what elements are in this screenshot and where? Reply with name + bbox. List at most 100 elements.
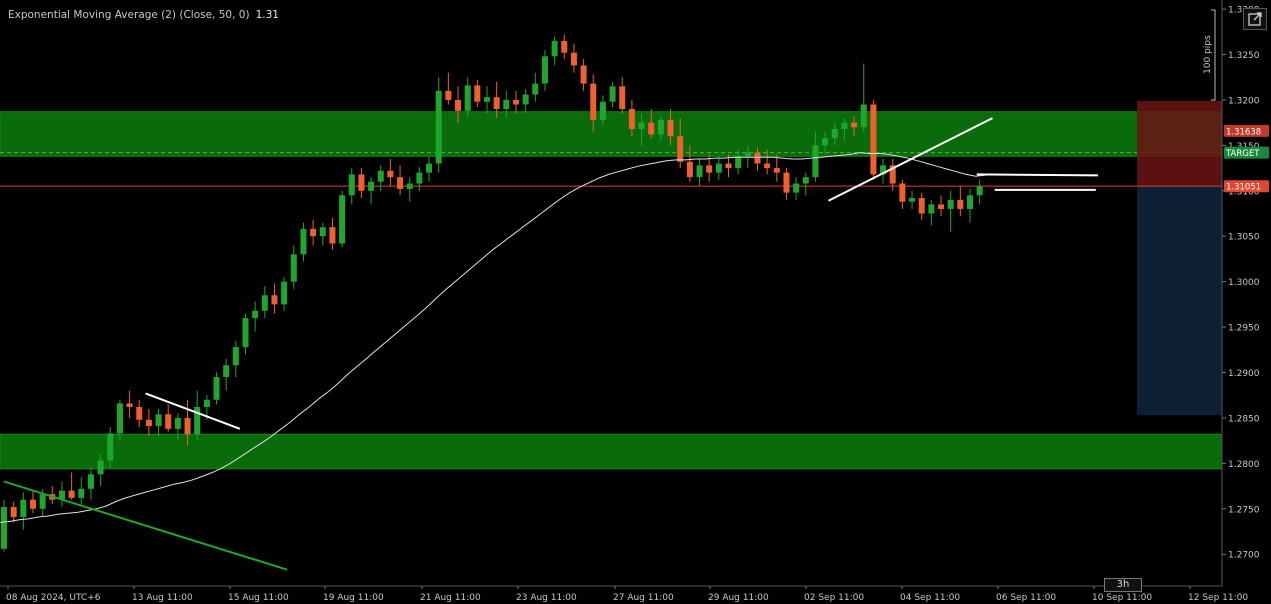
candle-body [377, 170, 384, 182]
candle-body [947, 199, 954, 209]
candle-body [976, 186, 983, 196]
candle-body [68, 490, 75, 498]
candle-body [252, 310, 259, 318]
candle-body [590, 83, 597, 120]
y-tick-label: 1.2750 [1228, 505, 1260, 515]
candle-body [686, 161, 693, 178]
candle-body [677, 136, 684, 162]
candle-body [426, 163, 433, 173]
candle-body [39, 494, 46, 509]
candle-body [319, 227, 326, 237]
candle-body [773, 168, 780, 173]
candle-body [435, 90, 442, 164]
candle-body [300, 228, 307, 255]
candle-body [561, 40, 568, 53]
candle-body [87, 474, 94, 489]
candle-body [648, 122, 655, 135]
candle-body [841, 122, 848, 130]
candle-body [706, 165, 713, 173]
candle-body [551, 40, 558, 57]
candle-body [213, 377, 220, 400]
candle-body [783, 172, 790, 193]
candle-body [290, 254, 297, 282]
candle-body [484, 97, 490, 102]
candle-body [967, 195, 973, 209]
candle-body [938, 204, 945, 209]
x-tick-label: 12 Sep 11:00 [1188, 593, 1248, 603]
x-tick-label: 10 Sep 11:00 [1092, 593, 1152, 603]
y-tick-label: 1.3250 [1228, 51, 1260, 61]
candle-body [174, 417, 181, 429]
y-tick-label: 1.2900 [1228, 369, 1260, 379]
candle-body [628, 109, 635, 130]
price-chart[interactable]: 1.33001.32501.32001.31501.31001.30501.30… [0, 0, 1271, 604]
support-zone [0, 433, 1223, 470]
candle-body [918, 198, 925, 214]
horizontal-line-upper [976, 173, 1099, 177]
candle-body [667, 119, 674, 137]
candle-body [136, 407, 143, 420]
candle-body [203, 399, 210, 408]
x-tick-label: 27 Aug 11:00 [613, 593, 674, 603]
candle-body [860, 104, 867, 128]
candle-body [802, 177, 809, 184]
candle-body [831, 129, 838, 139]
candle-body [329, 227, 336, 244]
take-profit-zone [1137, 186, 1222, 416]
y-tick-label: 1.3200 [1228, 96, 1260, 106]
indicator-value: 1.31 [255, 9, 279, 21]
candle-body [899, 183, 906, 202]
candle-body [522, 94, 529, 105]
y-tick-label: 1.2950 [1228, 324, 1260, 334]
candle-body [464, 85, 471, 111]
candle-body [116, 403, 123, 434]
candle-body [223, 365, 230, 378]
range-ruler-label: 100 pips [1203, 35, 1213, 74]
price-label-stop: 1.31638 [1226, 127, 1261, 137]
candle-body [512, 99, 519, 105]
candle-body [715, 163, 722, 173]
candle-body [822, 138, 829, 146]
candle-body [10, 506, 17, 517]
timeframe-badge[interactable]: 3h [1104, 578, 1142, 592]
candle-body [397, 177, 404, 189]
chart-background [0, 0, 1271, 604]
candle-body [368, 181, 375, 191]
chart-canvas[interactable]: 1.33001.32501.32001.31501.31001.30501.30… [0, 0, 1271, 604]
candle-body [261, 295, 268, 311]
candle-body [107, 433, 114, 461]
candle-body [735, 156, 742, 169]
candle-body [812, 145, 819, 178]
candle-body [184, 417, 191, 435]
export-icon [1248, 12, 1262, 26]
candle-body [580, 65, 587, 84]
price-label-current: 1.31051 [1226, 183, 1261, 193]
candle-body [339, 195, 346, 244]
price-label-target: TARGET [1225, 149, 1260, 159]
x-tick-label: 15 Aug 11:00 [228, 593, 289, 603]
candle-body [957, 199, 964, 209]
candle-body [493, 97, 500, 110]
candle-body [764, 163, 771, 169]
export-button[interactable] [1243, 8, 1267, 30]
candle-body [754, 152, 761, 164]
candle-body [29, 499, 36, 509]
candle-body [609, 86, 616, 102]
candle-body [619, 86, 626, 110]
candle-body [599, 101, 606, 120]
x-tick-label: 23 Aug 11:00 [516, 593, 577, 603]
candle-body [155, 414, 162, 427]
x-tick-label: 02 Sep 11:00 [804, 593, 864, 603]
candle-body [793, 183, 800, 193]
x-tick-label: 08 Aug 2024, UTC+6 [6, 593, 101, 603]
x-tick-label: 13 Aug 11:00 [132, 593, 193, 603]
stop-loss-zone [1137, 100, 1222, 187]
candle-body [1, 506, 7, 549]
y-tick-label: 1.2850 [1228, 414, 1260, 424]
indicator-name: Exponential Moving Average (2) (Close, 5… [8, 9, 250, 21]
x-tick-label: 19 Aug 11:00 [323, 593, 384, 603]
indicator-label: Exponential Moving Average (2) (Close, 5… [8, 9, 279, 21]
candle-body [744, 152, 751, 157]
candle-body [310, 228, 317, 237]
candle-body [570, 52, 577, 66]
